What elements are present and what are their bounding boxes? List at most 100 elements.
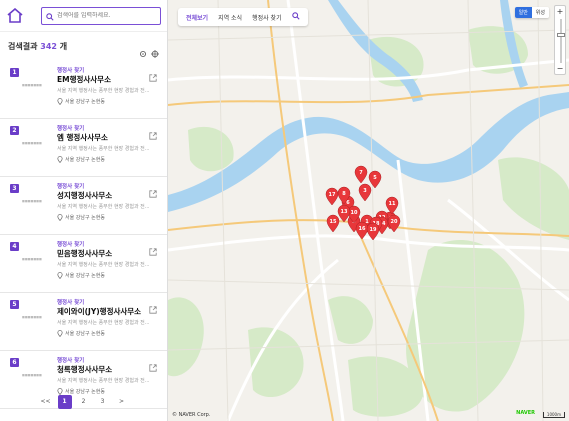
location-pin-icon [57, 388, 63, 395]
list-item[interactable]: 1 ■■■■■■■ 행정사 찾기 EM행정사사무소 서울 지역 행정사는 풍부한… [0, 61, 167, 119]
item-address-text: 서울 강남구 논현동 [65, 157, 105, 163]
results-label: 검색결과 [8, 42, 38, 51]
location-pin-icon [57, 272, 63, 279]
prev-page-button[interactable]: << [39, 395, 53, 409]
item-number: 1 [10, 68, 19, 77]
map-nav: 전체보기 지역 소식 행정사 찾기 [178, 8, 308, 26]
external-link-icon[interactable] [149, 299, 157, 314]
office-logo: ■■■■■■■ [22, 141, 42, 145]
external-link-icon[interactable] [149, 183, 157, 198]
map-marker-label: 5 [373, 175, 377, 181]
item-description: 서울 지역 행정사는 풍부한 현장 경험과 전... [57, 378, 150, 384]
map-view[interactable]: 1234567891011121314151617181920 전체보기 지역 … [168, 0, 569, 421]
map-marker-label: 19 [370, 227, 377, 233]
location-pin-icon [57, 214, 63, 221]
item-number: 5 [10, 300, 19, 309]
map-marker-label: 8 [342, 191, 346, 197]
map-type-toggle: 일반 위성 [514, 7, 549, 18]
map-marker-label: 20 [391, 219, 398, 225]
map-scale: 1000m [542, 412, 565, 418]
item-address: 서울 강남구 논현동 [57, 98, 105, 105]
external-link-icon[interactable] [149, 67, 157, 82]
item-address: 서울 강남구 논현동 [57, 272, 105, 279]
settings-icon[interactable] [139, 43, 147, 57]
item-number: 2 [10, 126, 19, 135]
map-marker-label: 11 [389, 201, 396, 207]
item-category: 행정사 찾기 [57, 184, 85, 190]
map-search-icon[interactable] [291, 12, 300, 22]
external-link-icon[interactable] [149, 125, 157, 140]
map-copyright: © NAVER Corp. [172, 412, 211, 418]
map-marker-label: 17 [329, 192, 336, 198]
map-marker-label: 16 [359, 226, 366, 232]
pagination: << 1 2 3 > [0, 395, 167, 409]
item-address-text: 서울 강남구 논현동 [65, 99, 105, 105]
item-address-text: 서울 강남구 논현동 [65, 331, 105, 337]
home-icon[interactable] [6, 7, 24, 25]
item-description: 서울 지역 행정사는 풍부한 현장 경험과 전... [57, 320, 150, 326]
list-item[interactable]: 3 ■■■■■■■ 행정사 찾기 성지행정사사무소 서울 지역 행정사는 풍부한… [0, 177, 167, 235]
map-canvas[interactable]: 1234567891011121314151617181920 [168, 0, 569, 421]
office-logo: ■■■■■■■ [22, 373, 42, 377]
item-address: 서울 강남구 논현동 [57, 388, 105, 395]
item-address: 서울 강남구 논현동 [57, 214, 105, 221]
map-marker-label: 3 [363, 188, 367, 194]
item-name[interactable]: EM행정사사무소 [57, 74, 111, 85]
item-number: 6 [10, 358, 19, 367]
zoom-out-button[interactable]: − [555, 63, 565, 74]
sidebar: 검색결과 342 개 1 ■■■■■■■ 행정사 찾기 EM행정사사무소 서울 … [0, 0, 168, 421]
map-type-satellite[interactable]: 위성 [531, 7, 549, 18]
target-icon[interactable] [151, 43, 159, 58]
item-category: 행정사 찾기 [57, 358, 85, 364]
item-category: 행정사 찾기 [57, 126, 85, 132]
item-name[interactable]: 믿음행정사사무소 [57, 248, 112, 259]
external-link-icon[interactable] [149, 357, 157, 372]
list-item[interactable]: 4 ■■■■■■■ 행정사 찾기 믿음행정사사무소 서울 지역 행정사는 풍부한… [0, 235, 167, 293]
location-pin-icon [57, 330, 63, 337]
item-address-text: 서울 강남구 논현동 [65, 389, 105, 395]
tab-local-news[interactable]: 지역 소식 [218, 13, 242, 22]
next-page-button[interactable]: > [115, 395, 129, 409]
zoom-slider-track[interactable] [560, 19, 562, 63]
zoom-control: + − [554, 5, 566, 75]
zoom-in-button[interactable]: + [555, 6, 565, 17]
search-box[interactable] [41, 6, 161, 25]
map-type-normal[interactable]: 일반 [514, 7, 532, 18]
item-name[interactable]: 제이와이(JY)행정사사무소 [57, 306, 141, 317]
item-address-text: 서울 강남구 논현동 [65, 273, 105, 279]
search-input[interactable] [54, 12, 160, 19]
top-bar [0, 0, 167, 32]
external-link-icon[interactable] [149, 241, 157, 256]
item-category: 행정사 찾기 [57, 68, 85, 74]
office-logo: ■■■■■■■ [22, 315, 42, 319]
item-name[interactable]: 청록행정사사무소 [57, 364, 112, 375]
office-logo: ■■■■■■■ [22, 199, 42, 203]
app: 검색결과 342 개 1 ■■■■■■■ 행정사 찾기 EM행정사사무소 서울 … [0, 0, 569, 421]
search-icon[interactable] [46, 6, 54, 25]
item-description: 서울 지역 행정사는 풍부한 현장 경험과 전... [57, 88, 150, 94]
results-count: 검색결과 342 개 [8, 41, 135, 52]
page-1-button[interactable]: 1 [57, 395, 72, 409]
item-category: 행정사 찾기 [57, 300, 85, 306]
page-2-button[interactable]: 2 [77, 395, 91, 409]
tab-find-agent[interactable]: 행정사 찾기 [252, 13, 282, 22]
office-logo: ■■■■■■■ [22, 83, 42, 87]
item-name[interactable]: 엠 행정사사무소 [57, 132, 108, 143]
page-3-button[interactable]: 3 [96, 395, 110, 409]
list-item[interactable]: 2 ■■■■■■■ 행정사 찾기 엠 행정사사무소 서울 지역 행정사는 풍부한… [0, 119, 167, 177]
item-address-text: 서울 강남구 논현동 [65, 215, 105, 221]
item-address: 서울 강남구 논현동 [57, 330, 105, 337]
item-category: 행정사 찾기 [57, 242, 85, 248]
location-pin-icon [57, 156, 63, 163]
zoom-slider-handle[interactable] [557, 33, 565, 37]
item-description: 서울 지역 행정사는 풍부한 현장 경험과 전... [57, 262, 150, 268]
tab-all[interactable]: 전체보기 [186, 13, 208, 22]
item-description: 서울 지역 행정사는 풍부한 현장 경험과 전... [57, 146, 150, 152]
office-logo: ■■■■■■■ [22, 257, 42, 261]
item-name[interactable]: 성지행정사사무소 [57, 190, 112, 201]
map-marker-label: 15 [330, 219, 337, 225]
list-item[interactable]: 5 ■■■■■■■ 행정사 찾기 제이와이(JY)행정사사무소 서울 지역 행정… [0, 293, 167, 351]
location-pin-icon [57, 98, 63, 105]
item-number: 3 [10, 184, 19, 193]
map-marker-label: 6 [346, 200, 350, 206]
